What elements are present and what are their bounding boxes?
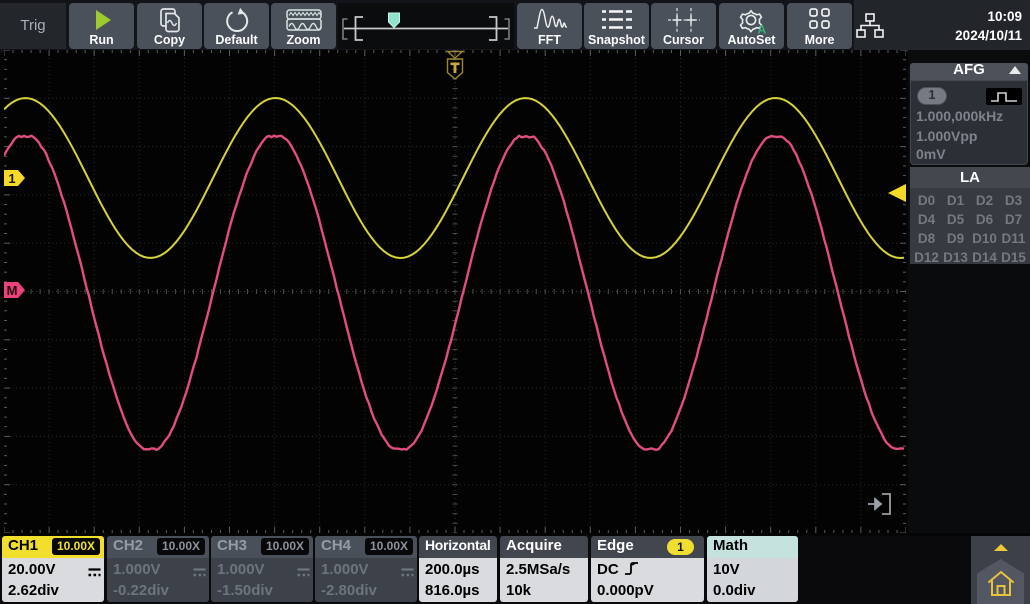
svg-text:M: M: [7, 283, 18, 298]
svg-text:1: 1: [8, 171, 15, 186]
